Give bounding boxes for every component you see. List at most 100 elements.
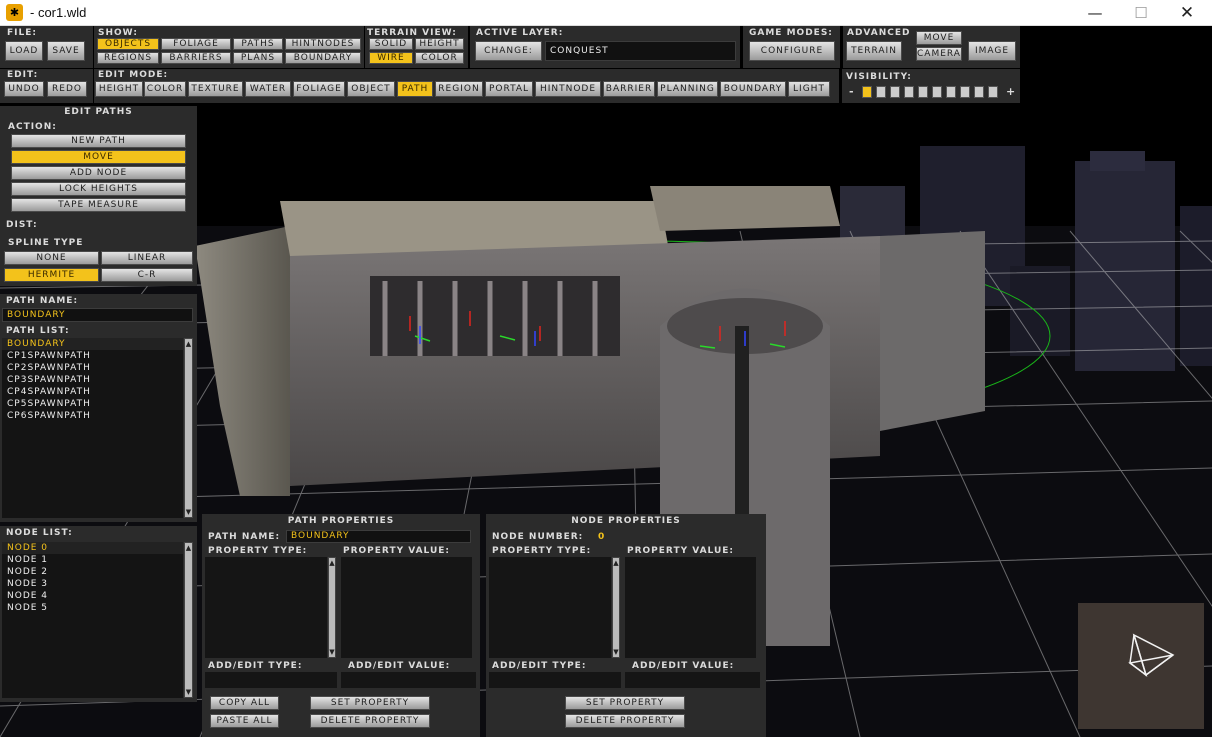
mode-foliage-button[interactable]: Foliage [293, 81, 345, 97]
path-name-field[interactable]: Boundary [2, 308, 193, 322]
node-property-type-list[interactable] [489, 557, 611, 658]
visibility-step-9[interactable] [974, 86, 984, 98]
visibility-step-10[interactable] [988, 86, 998, 98]
load-button[interactable]: Load [5, 41, 43, 61]
terrain-color-toggle[interactable]: Color [415, 52, 464, 64]
mode-path-button[interactable]: Path [397, 81, 433, 97]
maximize-button[interactable]: ☐ [1118, 0, 1164, 26]
image-button[interactable]: Image [968, 41, 1016, 61]
terrain-height-toggle[interactable]: Height [415, 38, 464, 50]
visibility-decrease-button[interactable]: - [849, 85, 854, 98]
close-button[interactable]: ✕ [1164, 0, 1210, 26]
scroll-up-icon[interactable]: ▲ [613, 558, 619, 568]
change-layer-button[interactable]: Change: [475, 41, 542, 61]
path-list-item[interactable]: CP3SpawnPath [2, 374, 183, 386]
active-layer-field[interactable]: Conquest [545, 41, 736, 61]
mode-object-button[interactable]: Object [347, 81, 395, 97]
scroll-down-icon[interactable]: ▼ [185, 687, 192, 697]
path-list-item[interactable]: CP1SpawnPath [2, 350, 183, 362]
spline-hermite-button[interactable]: Hermite [4, 268, 99, 282]
scroll-up-icon[interactable]: ▲ [185, 543, 192, 553]
node-list-item[interactable]: Node 1 [2, 554, 183, 566]
mode-light-button[interactable]: Light [788, 81, 830, 97]
path-list-item[interactable]: CP5SpawnPath [2, 398, 183, 410]
mode-color-button[interactable]: Color [144, 81, 186, 97]
path-list[interactable]: Boundary CP1SpawnPath CP2SpawnPath CP3Sp… [2, 338, 183, 518]
node-add-type-input[interactable] [489, 672, 621, 688]
visibility-step-5[interactable] [918, 86, 928, 98]
node-list[interactable]: Node 0 Node 1 Node 2 Node 3 Node 4 Node … [2, 542, 183, 698]
tape-measure-button[interactable]: Tape Measure [11, 198, 186, 212]
show-regions-toggle[interactable]: Regions [97, 52, 159, 64]
visibility-step-4[interactable] [904, 86, 914, 98]
node-list-item[interactable]: Node 3 [2, 578, 183, 590]
node-property-value-list[interactable] [625, 557, 756, 658]
undo-button[interactable]: Undo [4, 81, 44, 97]
path-list-item[interactable]: CP4SpawnPath [2, 386, 183, 398]
camera-button[interactable]: Camera [916, 47, 962, 61]
lock-heights-button[interactable]: Lock Heights [11, 182, 186, 196]
show-boundary-toggle[interactable]: Boundary [285, 52, 361, 64]
scroll-up-icon[interactable]: ▲ [185, 339, 192, 349]
spline-linear-button[interactable]: Linear [101, 251, 193, 265]
node-list-item[interactable]: Node 0 [2, 542, 183, 554]
path-list-item[interactable]: Boundary [2, 338, 183, 350]
visibility-step-3[interactable] [890, 86, 900, 98]
configure-button[interactable]: Configure [749, 41, 835, 61]
move-button[interactable]: Move [916, 31, 962, 45]
visibility-step-8[interactable] [960, 86, 970, 98]
path-properties-name-field[interactable]: Boundary [286, 530, 471, 543]
visibility-step-6[interactable] [932, 86, 942, 98]
path-add-type-input[interactable] [205, 672, 337, 688]
mode-water-button[interactable]: Water [245, 81, 291, 97]
orientation-gizmo[interactable] [1078, 603, 1204, 729]
minimize-button[interactable]: — [1072, 0, 1118, 26]
mode-portal-button[interactable]: Portal [485, 81, 533, 97]
node-set-property-button[interactable]: Set Property [565, 696, 685, 710]
path-property-type-list[interactable] [205, 557, 327, 658]
mode-boundary-button[interactable]: Boundary [720, 81, 786, 97]
show-plans-toggle[interactable]: Plans [233, 52, 283, 64]
mode-texture-button[interactable]: Texture [188, 81, 243, 97]
scroll-up-icon[interactable]: ▲ [329, 558, 335, 568]
redo-button[interactable]: Redo [47, 81, 87, 97]
visibility-increase-button[interactable]: + [1006, 85, 1015, 98]
move-action-button[interactable]: Move [11, 150, 186, 164]
scroll-down-icon[interactable]: ▼ [185, 507, 192, 517]
path-add-value-input[interactable] [341, 672, 476, 688]
node-delete-property-button[interactable]: Delete Property [565, 714, 685, 728]
path-delete-property-button[interactable]: Delete Property [310, 714, 430, 728]
show-objects-toggle[interactable]: Objects [97, 38, 159, 50]
spline-none-button[interactable]: None [4, 251, 99, 265]
mode-planning-button[interactable]: Planning [657, 81, 718, 97]
path-list-scrollbar[interactable]: ▲ ▼ [184, 338, 193, 518]
path-property-value-list[interactable] [341, 557, 472, 658]
visibility-step-1[interactable] [862, 86, 872, 98]
node-list-item[interactable]: Node 2 [2, 566, 183, 578]
path-set-property-button[interactable]: Set Property [310, 696, 430, 710]
scroll-down-icon[interactable]: ▼ [613, 647, 619, 657]
terrain-wire-toggle[interactable]: Wire [369, 52, 413, 64]
mode-height-button[interactable]: Height [95, 81, 143, 97]
show-paths-toggle[interactable]: Paths [233, 38, 283, 50]
add-node-button[interactable]: Add Node [11, 166, 186, 180]
node-list-scrollbar[interactable]: ▲ ▼ [184, 542, 193, 698]
mode-region-button[interactable]: Region [435, 81, 483, 97]
node-add-value-input[interactable] [625, 672, 760, 688]
copy-all-button[interactable]: Copy All [210, 696, 279, 710]
path-list-item[interactable]: CP2SpawnPath [2, 362, 183, 374]
path-list-item[interactable]: CP6SpawnPath [2, 410, 183, 422]
path-property-type-scrollbar[interactable]: ▲ ▼ [328, 557, 336, 658]
show-hintnodes-toggle[interactable]: HintNodes [285, 38, 361, 50]
new-path-button[interactable]: New Path [11, 134, 186, 148]
mode-barrier-button[interactable]: Barrier [603, 81, 655, 97]
show-foliage-toggle[interactable]: Foliage [161, 38, 231, 50]
terrain-advanced-button[interactable]: Terrain [846, 41, 902, 61]
save-button[interactable]: Save [47, 41, 85, 61]
spline-cr-button[interactable]: C-R [101, 268, 193, 282]
mode-hintnode-button[interactable]: HintNode [535, 81, 601, 97]
node-list-item[interactable]: Node 4 [2, 590, 183, 602]
node-list-item[interactable]: Node 5 [2, 602, 183, 614]
scroll-down-icon[interactable]: ▼ [329, 647, 335, 657]
show-barriers-toggle[interactable]: Barriers [161, 52, 231, 64]
